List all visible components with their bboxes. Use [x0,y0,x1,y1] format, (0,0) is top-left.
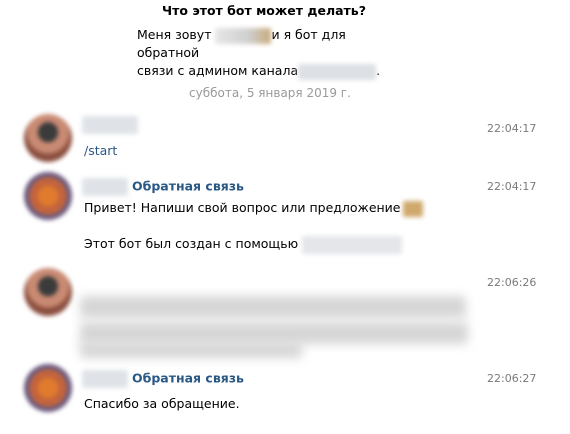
message-time: 22:04:17 [487,122,537,135]
message-time: 22:06:26 [487,276,537,289]
bot-avatar[interactable] [24,172,72,220]
bot-desc-text-2a: связи с админом канала [137,63,299,78]
redacted-message-line [80,296,466,318]
message-line1-text: Привет! Напиши свой вопрос или предложен… [84,200,401,215]
bot-info-title: Что этот бот может делать? [162,3,366,18]
redacted-channel-name [298,63,377,80]
redacted-link[interactable] [302,235,403,254]
date-separator: суббота, 5 января 2019 г. [189,86,351,100]
message-text[interactable]: /start [84,142,117,160]
redacted-message-line [80,322,468,344]
user-avatar[interactable] [24,268,72,316]
bot-info-description: Меня зовут и я бот для обратной связи с … [137,26,407,80]
message-text: Спасибо за обращение. [84,396,240,411]
redacted-message-line [80,342,302,358]
message-sender[interactable]: Обратная связь [82,370,244,388]
message-sender[interactable]: Обратная связь [82,178,244,196]
bot-avatar[interactable] [24,364,72,412]
redacted-emoji-icon [402,200,423,217]
message-sender[interactable] [82,116,142,134]
user-avatar[interactable] [24,114,72,162]
sender-name: Обратная связь [132,178,244,194]
redacted-bot-name [82,178,128,196]
bot-desc-text-2b: . [376,63,381,78]
message-time: 22:04:17 [487,180,537,193]
bot-desc-text-1a: Меня зовут [137,27,216,42]
message-line2-text: Этот бот был создан с помощью [84,236,299,251]
redacted-bot-name [82,370,128,388]
sender-name: Обратная связь [132,370,244,386]
redacted-user-name [82,116,138,134]
message-time: 22:06:27 [487,372,537,385]
message-text-line1: Привет! Напиши свой вопрос или предложен… [84,199,423,217]
message-text-line2: Этот бот был создан с помощью [84,235,403,254]
redacted-bot-name [215,27,272,44]
